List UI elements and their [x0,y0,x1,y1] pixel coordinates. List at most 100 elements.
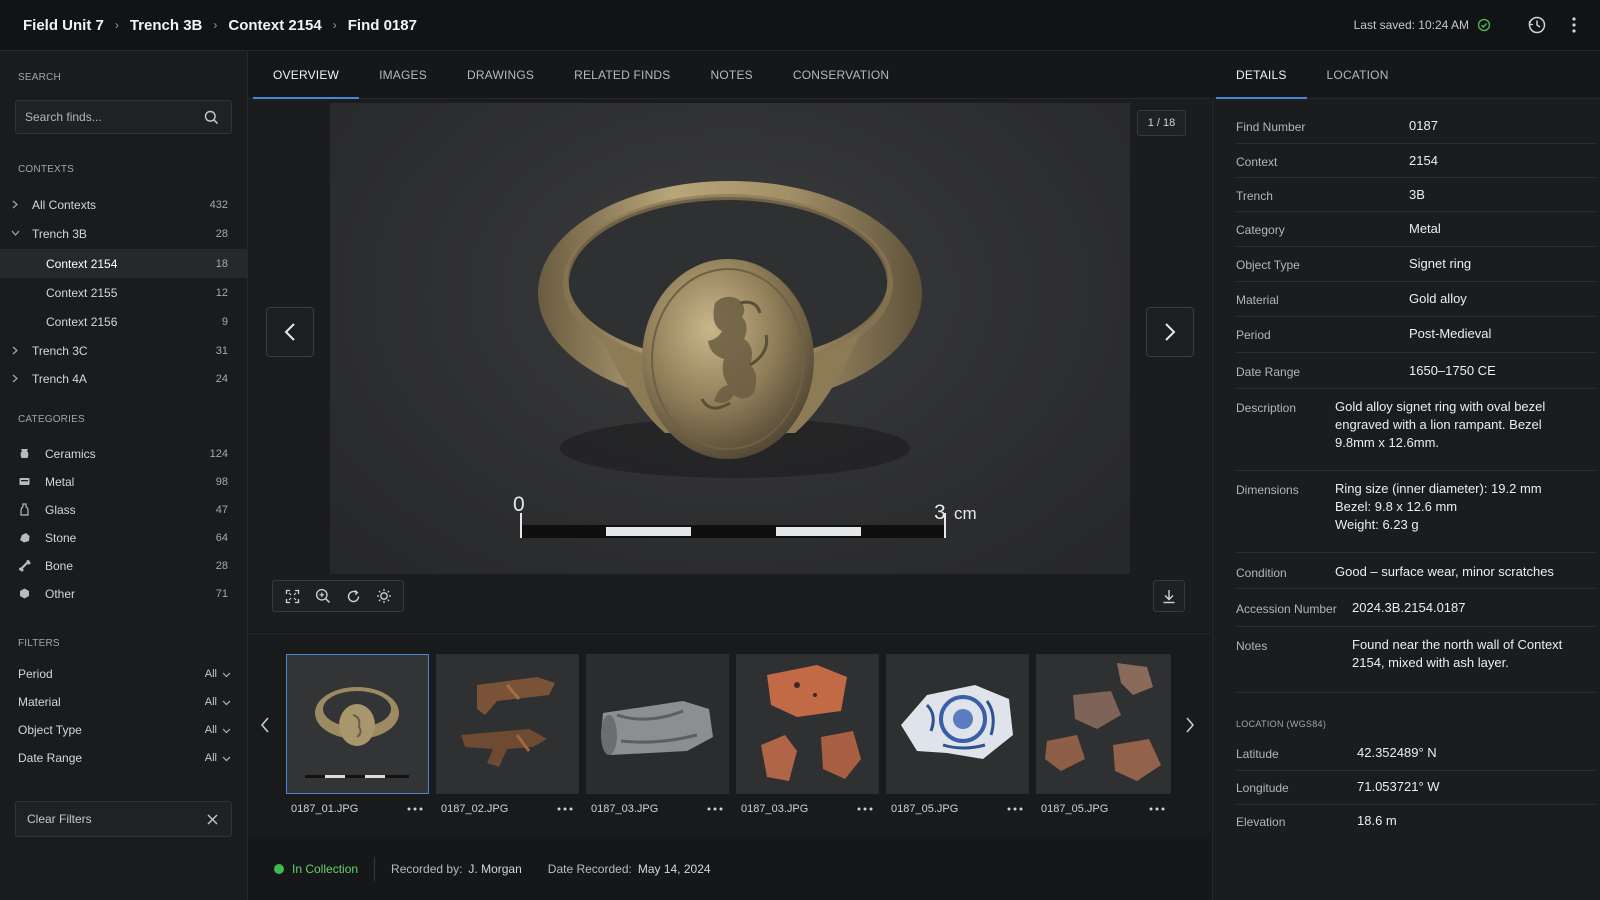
filter-label: Period [18,667,53,681]
previous-image-button[interactable] [266,307,314,357]
context-tree-item-trench-3b[interactable]: Trench 3B 28 [0,219,247,248]
chevron-left-icon[interactable] [260,717,270,733]
breadcrumb-field-unit[interactable]: Field Unit 7 [23,17,104,34]
more-horizontal-icon[interactable] [1149,807,1165,811]
filter-label: Material [18,695,61,709]
next-image-button[interactable] [1146,307,1194,357]
tab-related-finds[interactable]: RELATED FINDS [554,51,690,98]
thumbnail-image[interactable] [886,654,1029,794]
ceramics-icon [18,447,31,460]
breadcrumb-find: Find 0187 [347,16,417,34]
status-bar: In Collection Recorded by: J. Morgan Dat… [248,838,1211,900]
download-button[interactable] [1153,580,1185,612]
chevron-right-icon[interactable] [11,346,19,355]
tab-details[interactable]: DETAILS [1216,51,1307,99]
context-tree-item-trench-3c[interactable]: Trench 3C 31 [0,336,247,365]
more-horizontal-icon[interactable] [857,807,873,811]
category-label: Stone [45,531,77,545]
scale-unit-label: cm [954,504,977,523]
thumbnail-item[interactable]: 0187_05.JPG [886,654,1029,815]
close-icon[interactable] [207,814,218,825]
signet-ring-image: 0 3 cm [513,181,977,538]
thumbnail-image[interactable] [586,654,729,794]
more-horizontal-icon[interactable] [407,807,423,811]
category-item-metal[interactable]: Metal 98 [0,469,247,495]
detail-value: Ring size (inner diameter): 19.2 mm Beze… [1335,481,1542,532]
detail-row-dimensions: Dimensions Ring size (inner diameter): 1… [1236,471,1596,553]
location-row-longitude: Longitude 71.053721° W [1236,771,1596,805]
tab-images[interactable]: IMAGES [359,51,447,98]
more-horizontal-icon[interactable] [1007,807,1023,811]
category-item-bone[interactable]: Bone 28 [0,553,247,579]
search-input[interactable] [16,101,196,133]
category-item-stone[interactable]: Stone 64 [0,525,247,551]
chevron-down-icon[interactable] [11,229,20,237]
thumbnail-image[interactable] [1036,654,1171,794]
thumbnail-filename: 0187_02.JPG [441,803,509,815]
main-tab-bar: OVERVIEW IMAGES DRAWINGS RELATED FINDS N… [248,51,1211,99]
filter-material[interactable]: Material All [18,692,231,712]
tab-drawings[interactable]: DRAWINGS [447,51,554,98]
download-icon [1162,589,1176,604]
detail-value: Gold alloy [1409,291,1467,306]
thumbnail-image[interactable] [286,654,429,794]
stone-icon [18,531,31,544]
chevron-right-icon[interactable] [11,200,19,209]
context-tree-item-2156[interactable]: Context 2156 9 [0,307,247,336]
filter-object-type[interactable]: Object Type All [18,720,231,740]
context-tree-count: 9 [221,315,228,328]
chevron-right-icon[interactable] [11,374,19,383]
chevron-right-icon[interactable] [1185,717,1195,733]
detail-value: Good – surface wear, minor scratches [1335,564,1554,579]
clear-filters-button[interactable]: Clear Filters [15,801,232,837]
fullscreen-icon[interactable] [285,589,300,604]
breadcrumb-trench[interactable]: Trench 3B [130,17,203,34]
breadcrumb-context[interactable]: Context 2154 [228,17,321,34]
filter-date-range[interactable]: Date Range All [18,748,231,768]
zoom-in-icon[interactable] [315,588,331,604]
scale-start-label: 0 [513,493,525,516]
more-options-icon[interactable] [1571,15,1577,35]
location-value: 18.6 m [1357,813,1397,828]
thumbnail-item[interactable]: 0187_02.JPG [436,654,579,815]
context-tree-item-trench-4a[interactable]: Trench 4A 24 [0,364,247,393]
thumbnail-image[interactable] [736,654,879,794]
filter-period[interactable]: Period All [18,664,231,684]
chevron-down-icon [222,755,231,762]
context-tree-item-all[interactable]: All Contexts 432 [0,190,247,219]
category-count: 64 [215,532,228,544]
context-tree-item-2154[interactable]: Context 2154 18 [0,249,247,278]
thumbnail-item[interactable]: 0187_05.JPG [1036,654,1171,815]
tab-conservation[interactable]: CONSERVATION [773,51,909,98]
detail-value: Signet ring [1409,256,1472,271]
category-item-glass[interactable]: Glass 47 [0,497,247,523]
detail-key: Notes [1236,639,1268,653]
more-horizontal-icon[interactable] [557,807,573,811]
thumbnail-item[interactable]: 0187_03.JPG [586,654,729,815]
status-dot-icon [274,864,284,874]
brightness-icon[interactable] [376,588,392,604]
saved-check-icon [1477,18,1491,32]
thumbnail-image[interactable] [436,654,579,794]
find-photo[interactable]: 0 3 cm [330,103,1130,574]
detail-value: 2024.3B.2154.0187 [1352,600,1466,615]
chevron-down-icon [222,671,231,678]
thumbnail-item[interactable]: 0187_03.JPG [736,654,879,815]
search-icon[interactable] [204,110,219,125]
detail-value: Post-Medieval [1409,326,1492,341]
detail-key: Material [1236,293,1279,307]
tab-notes[interactable]: NOTES [691,51,773,98]
history-icon[interactable] [1527,15,1547,35]
rotate-icon[interactable] [346,589,361,604]
context-tree-item-2155[interactable]: Context 2155 12 [0,278,247,307]
tab-overview[interactable]: OVERVIEW [253,51,360,99]
thumbnail-item[interactable]: 0187_01.JPG [286,654,429,815]
detail-value: Gold alloy signet ring with oval bezel e… [1335,399,1546,450]
filter-value: All [204,724,217,736]
category-item-ceramics[interactable]: Ceramics 124 [0,441,247,467]
category-item-other[interactable]: Other 71 [0,581,247,607]
context-tree-count: 18 [215,257,228,270]
tab-location[interactable]: LOCATION [1307,51,1409,98]
more-horizontal-icon[interactable] [707,807,723,811]
detail-row-description: Description Gold alloy signet ring with … [1236,389,1596,471]
